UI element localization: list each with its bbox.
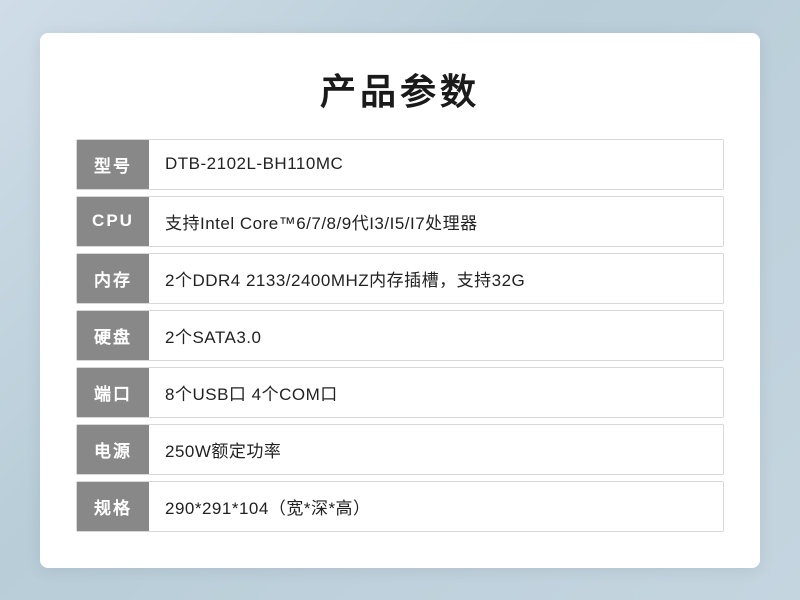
spec-value: 8个USB口 4个COM口 xyxy=(149,368,723,417)
spec-row: 规格290*291*104（宽*深*高） xyxy=(76,481,724,532)
spec-value: 290*291*104（宽*深*高） xyxy=(149,482,723,531)
spec-value: DTB-2102L-BH110MC xyxy=(149,140,723,189)
spec-value: 2个SATA3.0 xyxy=(149,311,723,360)
page-title: 产品参数 xyxy=(76,63,724,115)
product-spec-card: 产品参数 型号DTB-2102L-BH110MCCPU支持Intel Core™… xyxy=(40,33,760,568)
spec-row: 内存2个DDR4 2133/2400MHZ内存插槽，支持32G xyxy=(76,253,724,304)
spec-value: 250W额定功率 xyxy=(149,425,723,474)
spec-table: 型号DTB-2102L-BH110MCCPU支持Intel Core™6/7/8… xyxy=(76,139,724,532)
spec-label: 端口 xyxy=(77,368,149,417)
spec-label: CPU xyxy=(77,197,149,246)
spec-row: 端口8个USB口 4个COM口 xyxy=(76,367,724,418)
spec-value: 2个DDR4 2133/2400MHZ内存插槽，支持32G xyxy=(149,254,723,303)
spec-label: 规格 xyxy=(77,482,149,531)
spec-value: 支持Intel Core™6/7/8/9代I3/I5/I7处理器 xyxy=(149,197,723,246)
spec-row: 电源250W额定功率 xyxy=(76,424,724,475)
spec-row: 硬盘2个SATA3.0 xyxy=(76,310,724,361)
spec-label: 内存 xyxy=(77,254,149,303)
spec-label: 型号 xyxy=(77,140,149,189)
spec-label: 电源 xyxy=(77,425,149,474)
spec-row: CPU支持Intel Core™6/7/8/9代I3/I5/I7处理器 xyxy=(76,196,724,247)
spec-row: 型号DTB-2102L-BH110MC xyxy=(76,139,724,190)
spec-label: 硬盘 xyxy=(77,311,149,360)
